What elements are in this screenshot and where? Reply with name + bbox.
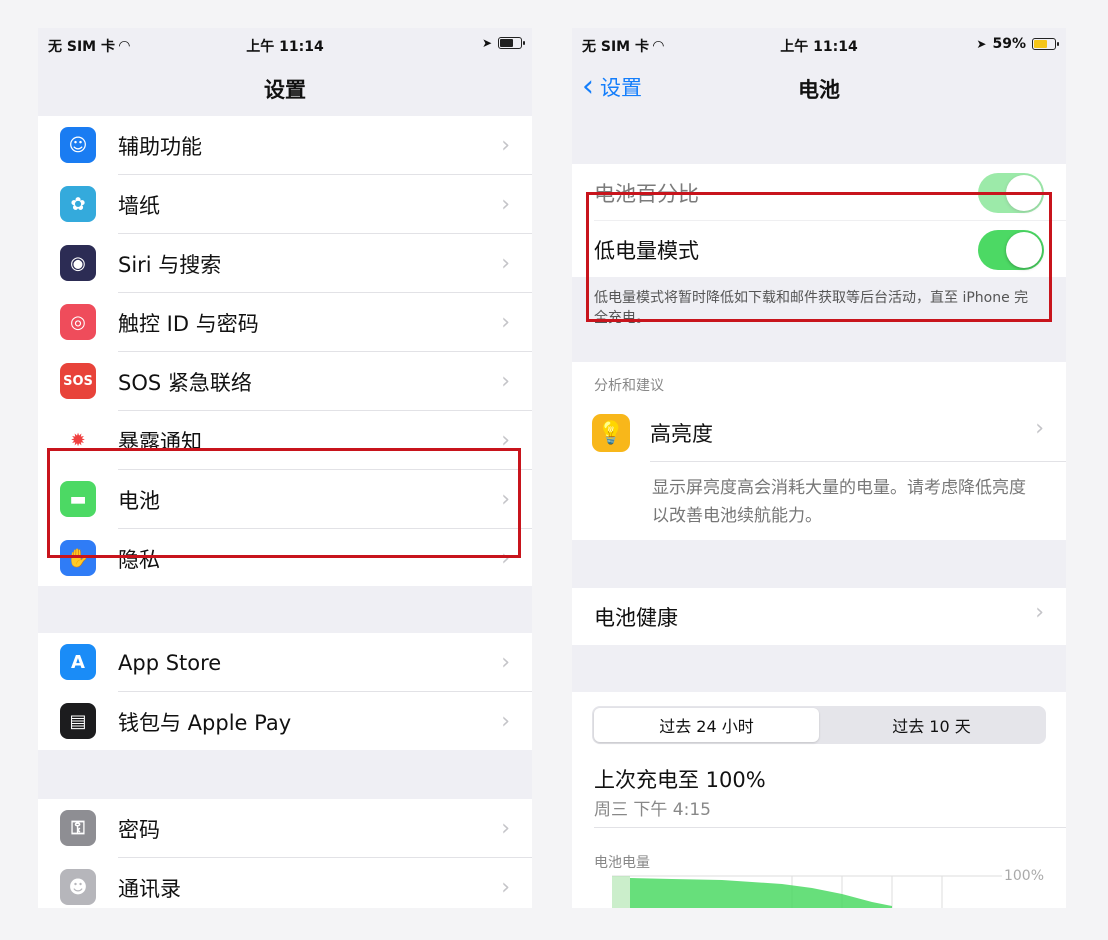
chart-level-area [630,878,892,908]
settings-row[interactable]: ◉ Siri 与搜索 › [38,234,532,293]
usage-group: 过去 24 小时 过去 10 天 上次充电至 100% 周三 下午 4:15 电… [572,692,1066,908]
segment-10d[interactable]: 过去 10 天 [819,708,1044,742]
sos-icon: SOS [60,363,96,399]
status-bar: 无 SIM 卡 ◠ 上午 11:14 ➤ [38,28,532,62]
settings-group-3: ⚿ 密码 › ☻ 通讯录 › [38,799,532,908]
page-title: 设置 [264,78,306,102]
battery-level-label: 电池电量 [594,855,650,871]
battery-health-label: 电池健康 [594,606,678,630]
status-bar: 无 SIM 卡 ◠ 上午 11:14 ➤ 59% [572,28,1066,62]
insights-header: 分析和建议 [594,378,664,394]
chart-charging-area [612,876,630,908]
chevron-right-icon: › [501,875,510,900]
lightbulb-icon: 💡 [592,414,630,452]
location-icon: ➤ [976,37,987,51]
chevron-right-icon: › [501,133,510,158]
settings-row-label: Siri 与搜索 [118,252,222,277]
accessibility-icon: ☺ [60,127,96,163]
battery-health-group: 电池健康 › [572,588,1066,645]
settings-row[interactable]: SOS SOS 紧急联络 › [38,352,532,411]
settings-row-label: 辅助功能 [118,134,202,159]
settings-row[interactable]: ⚿ 密码 › [38,799,532,858]
settings-screen: 无 SIM 卡 ◠ 上午 11:14 ➤ 设置 ☺ 辅助功能 › ✿ 墙纸 › ◉ Siri … [38,28,532,908]
battery-icon [498,37,525,49]
battery-health-row[interactable]: 电池健康 › [572,588,1066,645]
chevron-right-icon: › [501,816,510,841]
contacts-icon: ☻ [60,869,96,905]
settings-row-label: 密码 [118,817,160,842]
chevron-right-icon: › [501,369,510,394]
battery-highlight-box [47,448,521,558]
battery-icon [1032,38,1059,50]
settings-row[interactable]: ☻ 通讯录 › [38,858,532,908]
brightness-label: 高亮度 [650,422,713,446]
battery-level-chart [612,875,1002,908]
settings-row[interactable]: ▤ 钱包与 Apple Pay › [38,692,532,751]
page-title: 电池 [798,78,840,102]
status-time: 上午 11:14 [246,39,324,55]
chart-max-label: 100% [1003,868,1044,884]
wallpaper-icon: ✿ [60,186,96,222]
settings-row-label: App Store [118,650,222,675]
chevron-right-icon: › [501,709,510,734]
settings-row-label: SOS 紧急联络 [118,370,252,395]
siri-icon: ◉ [60,245,96,281]
settings-row-label: 通讯录 [118,876,181,901]
battery-screen: 无 SIM 卡 ◠ 上午 11:14 ➤ 59% ‹ 设置 电池 电池百分比 低… [572,28,1066,908]
last-charge-label: 上次充电至 100% [594,768,766,792]
settings-row-label: 触控 ID 与密码 [118,311,259,336]
location-icon: ➤ [481,36,492,50]
chevron-right-icon: › [1035,600,1044,625]
nav-bar: ‹ 设置 电池 [572,62,1066,114]
brightness-row[interactable]: 💡 高亮度 › [572,404,1066,462]
settings-row-label: 钱包与 Apple Pay [118,710,292,735]
settings-row[interactable]: ☺ 辅助功能 › [38,116,532,175]
chevron-right-icon: › [501,310,510,335]
app-store-icon: A [60,644,96,680]
nav-bar: 设置 [38,62,532,114]
chevron-right-icon: › [501,251,510,276]
settings-row[interactable]: ◎ 触控 ID 与密码 › [38,293,532,352]
battery-percent: 59% [992,36,1026,52]
insights-group: 分析和建议 💡 高亮度 › 显示屏亮度高会消耗大量的电量。请考虑降低亮度以改善电… [572,362,1066,540]
wallet-icon: ▤ [60,703,96,739]
key-icon: ⚿ [60,810,96,846]
chevron-right-icon: › [501,650,510,675]
segment-24h[interactable]: 过去 24 小时 [594,708,819,742]
settings-row-label: 墙纸 [118,193,160,218]
settings-row[interactable]: ✿ 墙纸 › [38,175,532,234]
touch-id-icon: ◎ [60,304,96,340]
last-charge-time: 周三 下午 4:15 [594,800,711,820]
brightness-note: 显示屏亮度高会消耗大量的电量。请考虑降低亮度以改善电池续航能力。 [652,478,1026,526]
settings-row[interactable]: A App Store › [38,633,532,692]
low-power-highlight-box [586,192,1052,322]
settings-group-2: A App Store › ▤ 钱包与 Apple Pay › [38,633,532,750]
time-range-segmented-control[interactable]: 过去 24 小时 过去 10 天 [592,706,1046,744]
chevron-right-icon: › [501,192,510,217]
chevron-right-icon: › [1035,416,1044,441]
